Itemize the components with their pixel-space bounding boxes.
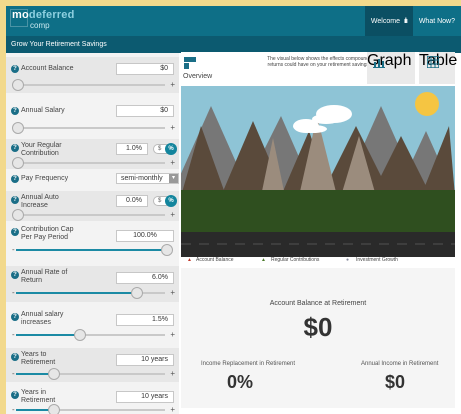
help-icon[interactable]: ? [11,228,19,236]
plus-icon[interactable]: + [170,158,175,167]
table-icon [427,56,439,68]
years-to-retirement-slider[interactable]: - + [12,368,175,380]
plus-icon[interactable]: + [170,369,175,378]
growth-illustration [181,86,455,257]
minus-icon[interactable]: - [12,369,15,378]
control-regular-contribution: ? Your Regular Contribution 1.0% $ % + [6,139,179,169]
control-account-balance: ? Account Balance $0 + [6,57,179,93]
minus-icon[interactable]: - [12,288,15,297]
control-annual-rate: ? Annual Rate of Return 6.0% - + [6,266,179,302]
help-icon[interactable]: ? [11,107,19,115]
contribution-cap-input[interactable]: 100.0% [116,230,174,242]
logo[interactable]: modeferred comp [10,9,74,33]
slider-handle[interactable] [48,368,60,380]
contribution-cap-slider[interactable]: - [12,244,175,256]
years-in-retirement-input[interactable]: 10 years [116,391,174,403]
annual-rate-slider[interactable]: - + [12,287,175,299]
slider-handle[interactable] [48,404,60,414]
balance-title: Account Balance at Retirement [269,300,367,307]
annual-salary-slider[interactable]: + [12,122,175,134]
landscape-scene [181,86,455,257]
plus-icon[interactable]: + [170,210,175,219]
regular-contribution-input[interactable]: 1.0% [116,143,148,155]
control-contribution-cap: ? Contribution Cap Per Pay Period 100.0% … [6,223,179,257]
salary-increases-input[interactable]: 1.5% [116,314,174,326]
results-panel: Account Balance at Retirement $0 Income … [181,268,455,408]
minus-icon[interactable]: - [12,405,15,414]
balance-tree-icon: ▲ [187,257,192,263]
help-icon[interactable]: ? [11,353,19,361]
view-tabs: Overview The visual below shows the effe… [181,52,457,84]
slider-handle[interactable] [12,209,24,221]
slider-handle[interactable] [12,79,24,91]
plus-icon[interactable]: + [170,288,175,297]
contributions-tree-icon: ▲ [261,257,266,263]
account-balance-slider[interactable]: + [12,79,175,91]
overview-icon [184,57,196,69]
auto-increase-slider[interactable]: + [12,209,175,221]
balance-value: $0 [303,312,333,342]
replacement-value: 0% [227,372,254,392]
help-icon[interactable]: ? [11,144,19,152]
salary-increases-slider[interactable]: - + [12,329,175,341]
dollar-percent-toggle[interactable]: $ % [153,143,177,155]
years-to-retirement-input[interactable]: 10 years [116,354,174,366]
chevron-down-icon: ▾ [169,174,178,183]
slider-handle[interactable] [74,329,86,341]
help-icon[interactable]: ? [11,271,19,279]
page-subtitle: Grow Your Retirement Savings [6,36,461,53]
slider-handle[interactable] [161,244,173,256]
growth-tree-icon: ● [346,257,350,263]
tab-description: The visual below shows the effects compo… [267,56,369,68]
nav-what-now[interactable]: What Now? [413,6,461,36]
pay-frequency-select[interactable]: semi-monthly ▾ [116,173,179,184]
legend: ▲ Account Balance ▲ Regular Contribution… [187,257,398,263]
dollar-percent-toggle[interactable]: $ % [153,195,177,207]
plus-icon[interactable]: + [170,330,175,339]
control-years-to-retirement: ? Years to Retirement 10 years - + [6,348,179,382]
minus-icon[interactable]: - [12,330,15,339]
sun-icon [415,92,439,116]
controls-panel: ? Account Balance $0 + ? Annual Salary $… [6,53,179,414]
replacement-label: Income Replacement in Retirement [201,361,296,367]
account-balance-input[interactable]: $0 [116,63,174,75]
annual-income-value: $0 [385,372,406,392]
help-icon[interactable]: ? [11,65,19,73]
slider-handle[interactable] [12,122,24,134]
main-nav: Welcome ılı What Now? [364,6,461,36]
plus-icon[interactable]: + [170,80,175,89]
control-annual-salary: ? Annual Salary $0 + [6,97,179,135]
minus-icon[interactable]: - [12,245,15,254]
control-years-in-retirement: ? Years in Retirement 10 years - + [11,389,175,414]
slider-handle[interactable] [131,287,143,299]
annual-rate-input[interactable]: 6.0% [116,272,174,284]
annual-income-label: Annual Income in Retirement [361,361,439,367]
app-frame: modeferred comp Welcome ılı What Now? Gro… [6,6,461,414]
control-salary-increases: ? Annual salary increases 1.5% - + [11,311,175,341]
bar-graph-icon [373,59,385,68]
annual-salary-input[interactable]: $0 [116,105,174,117]
tab-graph[interactable]: Graph [367,52,415,84]
top-bar: modeferred comp Welcome ılı What Now? [6,6,461,36]
auto-increase-input[interactable]: 0.0% [116,195,148,207]
plus-icon[interactable]: + [170,405,175,414]
help-icon[interactable]: ? [11,175,19,183]
help-icon[interactable]: ? [11,391,19,399]
slider-handle[interactable] [12,157,24,169]
tab-overview[interactable]: Overview [181,52,241,84]
help-icon[interactable]: ? [11,196,19,204]
nav-welcome[interactable]: Welcome ılı [364,6,413,36]
regular-contribution-slider[interactable]: + [12,157,175,169]
plus-icon[interactable]: + [170,123,175,132]
bar-chart-icon: ılı [403,17,408,25]
control-pay-frequency: ? Pay Frequency semi-monthly ▾ [6,171,179,187]
help-icon[interactable]: ? [11,313,19,321]
years-in-retirement-slider[interactable]: - + [12,404,175,414]
control-auto-increase: ? Annual Auto Increase 0.0% $ % + [6,191,179,221]
tab-table[interactable]: Table [419,52,457,84]
